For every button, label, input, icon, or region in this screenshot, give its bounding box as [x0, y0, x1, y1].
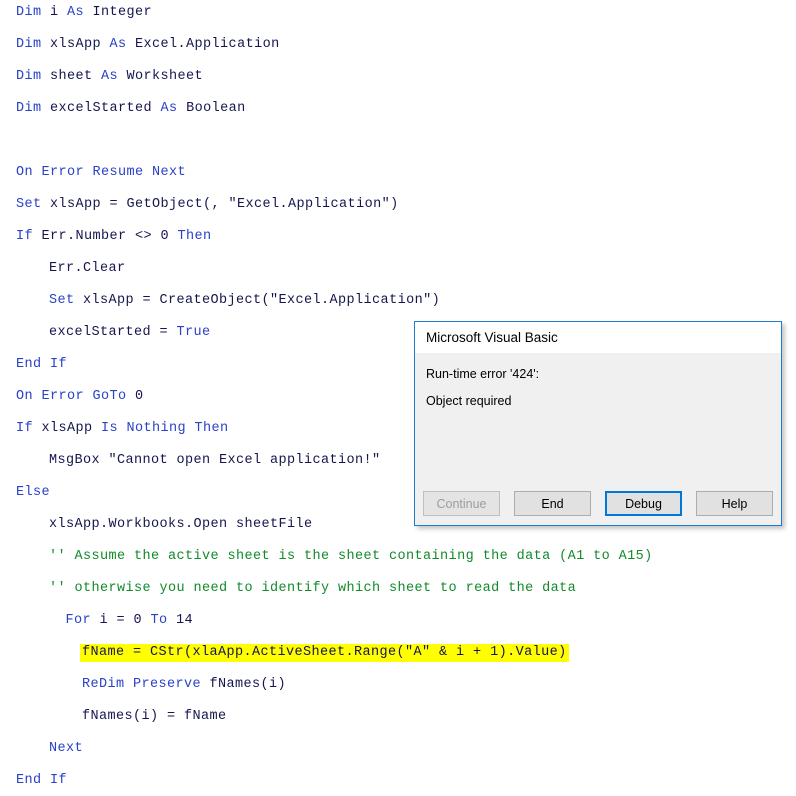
code-token: Then — [177, 229, 212, 244]
code-token: End If — [16, 773, 68, 788]
code-token: Next — [49, 741, 84, 756]
code-line: '' otherwise you need to identify which … — [49, 581, 576, 597]
dialog-body: Run-time error '424': Object required — [415, 353, 781, 481]
code-token: excelStarted = — [49, 325, 177, 340]
code-token: Dim — [16, 69, 51, 84]
code-line: ReDim Preserve fNames(i) — [82, 677, 286, 693]
code-token: On Error Resume Next — [16, 165, 187, 180]
code-line: MsgBox "Cannot open Excel application!" — [49, 453, 381, 469]
code-token: If — [16, 421, 42, 436]
code-token: i = 0 — [99, 613, 151, 628]
code-line: Else — [16, 485, 50, 501]
code-line: Set xlsApp = CreateObject("Excel.Applica… — [49, 293, 440, 309]
code-token: '' Assume the active sheet is the sheet … — [49, 549, 653, 564]
code-line: On Error Resume Next — [16, 165, 186, 181]
code-token: Dim — [16, 5, 51, 20]
code-token: Worksheet — [126, 69, 204, 84]
code-line: fNames(i) = fName — [82, 709, 227, 725]
code-line: On Error GoTo 0 — [16, 389, 144, 405]
code-token: fNames(i) = fName — [82, 709, 227, 724]
code-token: excelStarted — [50, 101, 161, 116]
code-token: xlsApp = GetObject(, "Excel.Application"… — [50, 197, 399, 212]
code-token: i — [50, 5, 68, 20]
code-line: xlsApp.Workbooks.Open sheetFile — [49, 517, 313, 533]
code-token: xlsApp.Workbooks.Open sheetFile — [49, 517, 313, 532]
highlighted-error-line: fName = CStr(xlaApp.ActiveSheet.Range("A… — [80, 644, 569, 662]
code-token: Excel.Application — [135, 37, 280, 52]
code-line: For i = 0 To 14 — [66, 613, 194, 629]
code-line: If xlsApp Is Nothing Then — [16, 421, 229, 437]
code-token: xlsApp — [50, 37, 110, 52]
code-token: To — [150, 613, 177, 628]
code-token: Dim — [16, 101, 51, 116]
code-token: True — [176, 325, 211, 340]
code-line: End If — [16, 357, 67, 373]
code-token: For — [65, 613, 100, 628]
dialog-button-end[interactable]: End — [514, 491, 591, 516]
code-token: MsgBox "Cannot open Excel application!" — [49, 453, 381, 468]
code-token: Integer — [92, 5, 153, 20]
code-token: Set — [49, 293, 84, 308]
code-line: End If — [16, 773, 67, 789]
code-line: Err.Clear — [49, 261, 126, 277]
code-token: On Error GoTo — [16, 389, 136, 404]
code-line: fName = CStr(xlaApp.ActiveSheet.Range("A… — [80, 644, 569, 662]
code-token: Boolean — [186, 101, 246, 116]
vb-error-dialog: Microsoft Visual Basic Run-time error '4… — [414, 321, 782, 526]
code-token: As — [101, 69, 127, 84]
dialog-title: Microsoft Visual Basic — [426, 330, 558, 345]
code-token: Else — [16, 485, 51, 500]
code-line: Set xlsApp = GetObject(, "Excel.Applicat… — [16, 197, 399, 213]
dialog-button-debug[interactable]: Debug — [605, 491, 682, 516]
error-code-text: Run-time error '424': — [426, 367, 540, 381]
code-token: End If — [16, 357, 68, 372]
code-line: Next — [49, 741, 83, 757]
dialog-button-help[interactable]: Help — [696, 491, 773, 516]
code-token: sheet — [50, 69, 102, 84]
code-line: If Err.Number <> 0 Then — [16, 229, 212, 245]
code-token: As — [67, 5, 93, 20]
error-description-text: Object required — [426, 394, 512, 408]
dialog-button-bar: Continue End Debug Help — [415, 491, 781, 516]
code-token: xlsApp = CreateObject("Excel.Application… — [83, 293, 441, 308]
code-token: fNames(i) — [209, 677, 287, 692]
dialog-button-continue: Continue — [423, 491, 500, 516]
code-token: xlsApp — [41, 421, 102, 436]
code-token: 14 — [176, 613, 194, 628]
code-token: If — [16, 229, 42, 244]
code-line: Dim excelStarted As Boolean — [16, 101, 246, 117]
code-line: '' Assume the active sheet is the sheet … — [49, 549, 653, 565]
code-token: Dim — [16, 37, 51, 52]
code-line: Dim sheet As Worksheet — [16, 69, 203, 85]
code-token: Err.Number <> 0 — [41, 229, 178, 244]
code-token: ReDim Preserve — [82, 677, 210, 692]
code-line: excelStarted = True — [49, 325, 211, 341]
code-line: Dim i As Integer — [16, 5, 152, 21]
code-token: '' otherwise you need to identify which … — [49, 581, 577, 596]
code-token: Err.Clear — [49, 261, 126, 276]
dialog-titlebar: Microsoft Visual Basic — [415, 322, 781, 353]
code-token: Set — [16, 197, 51, 212]
code-token: Is Nothing Then — [101, 421, 229, 436]
code-token: As — [109, 37, 136, 52]
code-token: As — [160, 101, 187, 116]
code-line: Dim xlsApp As Excel.Application — [16, 37, 280, 53]
code-token: 0 — [135, 389, 144, 404]
code-token: fName = CStr(xlaApp.ActiveSheet.Range("A… — [82, 645, 567, 660]
